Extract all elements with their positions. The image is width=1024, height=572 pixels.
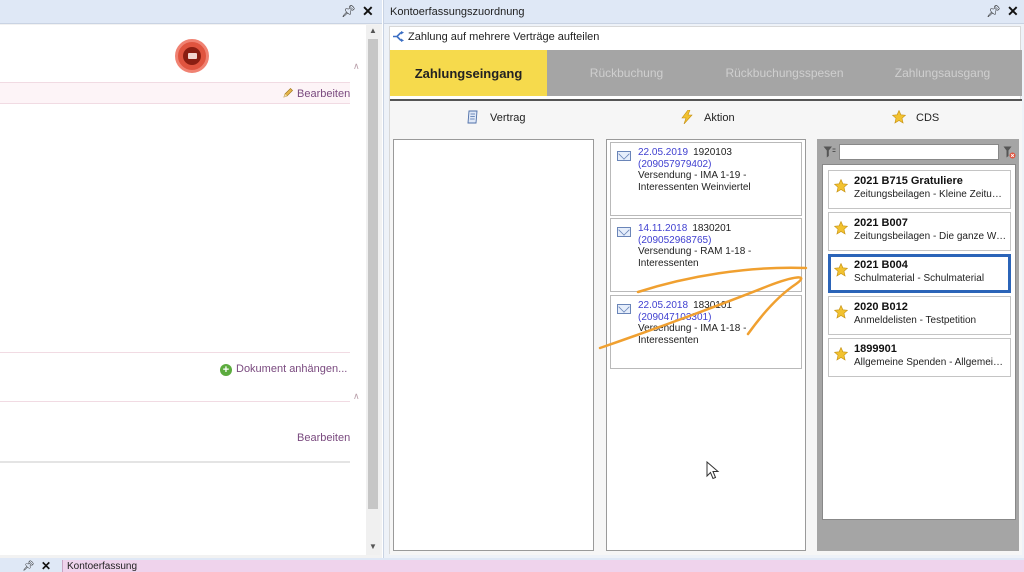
column-header-cds: CDS bbox=[891, 109, 939, 124]
split-arrows-icon bbox=[393, 31, 404, 42]
star-icon bbox=[834, 263, 848, 277]
star-icon bbox=[834, 179, 848, 193]
cds-item-subtitle: Anmeldelisten - Testpetition bbox=[854, 315, 977, 326]
scroll-up-icon[interactable]: ▲ bbox=[366, 26, 380, 35]
cds-item-subtitle: Zeitungsbeilagen - Die ganze Woche ... bbox=[854, 231, 1007, 242]
aktion-ref[interactable]: (209057979402) bbox=[638, 159, 711, 170]
panel-title: Kontoerfassungszuordnung bbox=[390, 6, 525, 18]
columns-area: Vertrag Aktion CDS 22.05.20191920103 (2 bbox=[390, 99, 1022, 555]
aktion-date[interactable]: 22.05.2018 bbox=[638, 300, 688, 311]
cds-item-subtitle: Zeitungsbeilagen - Kleine Zeitung 28.0..… bbox=[854, 189, 1007, 200]
pin-icon[interactable]: 📌︎ bbox=[22, 559, 35, 572]
cds-panel: 2021 B715 Gratuliere Zeitungsbeilagen - … bbox=[817, 139, 1019, 551]
cds-item-subtitle: Schulmaterial - Schulmaterial bbox=[854, 273, 985, 284]
divider bbox=[0, 461, 350, 463]
collapse-caret[interactable]: ∧ bbox=[353, 61, 360, 72]
cds-item[interactable]: 2020 B012 Anmeldelisten - Testpetition bbox=[828, 296, 1011, 335]
aktion-date[interactable]: 22.05.2019 bbox=[638, 147, 688, 158]
left-titlebar: 📌︎ ✕ bbox=[0, 0, 382, 24]
aktion-list[interactable]: 22.05.2019 1920103 (209057979402) Versend… bbox=[606, 139, 806, 551]
screen-record-icon[interactable] bbox=[175, 39, 209, 73]
close-icon[interactable]: ✕ bbox=[1007, 3, 1019, 19]
right-titlebar: Kontoerfassungszuordnung 📌︎ ✕ bbox=[384, 0, 1024, 24]
star-icon bbox=[834, 347, 848, 361]
aktion-item[interactable]: 14.11.2018 1830201 (209052968765) Versend… bbox=[610, 218, 802, 292]
aktion-item[interactable]: 22.05.2019 1920103 (209057979402) Versend… bbox=[610, 142, 802, 216]
aktion-ref[interactable]: (209047103301) bbox=[638, 312, 711, 323]
tab-zahlungseingang[interactable]: Zahlungseingang bbox=[390, 50, 547, 96]
envelope-icon bbox=[617, 151, 631, 161]
right-panel: Kontoerfassungszuordnung 📌︎ ✕ Zahlung au… bbox=[383, 0, 1024, 558]
aktion-item[interactable]: 22.05.2018 1830101 (209047103301) Versend… bbox=[610, 295, 802, 369]
left-scrollbar[interactable]: ▲ ▼ bbox=[366, 25, 380, 555]
left-panel: 📌︎ ✕ Bearbeiten ∧ + Dokument anhängen... … bbox=[0, 0, 382, 572]
cds-item[interactable]: 2021 B715 Gratuliere Zeitungsbeilagen - … bbox=[828, 170, 1011, 209]
filter-icon[interactable] bbox=[823, 146, 836, 158]
edit-band: Bearbeiten bbox=[0, 82, 350, 104]
star-icon bbox=[834, 221, 848, 235]
cds-filter-input[interactable] bbox=[839, 144, 999, 160]
document-icon bbox=[467, 110, 478, 124]
divider bbox=[0, 401, 350, 402]
star-icon bbox=[834, 305, 848, 319]
cds-item-selected[interactable]: 2021 B004 Schulmaterial - Schulmaterial bbox=[828, 254, 1011, 293]
close-icon[interactable]: ✕ bbox=[41, 558, 51, 572]
left-content: Bearbeiten ∧ + Dokument anhängen... ∧ Bea… bbox=[0, 25, 366, 555]
mouse-cursor-icon bbox=[706, 461, 720, 480]
tab-rueckbuchungsspesen[interactable]: Rückbuchungsspesen bbox=[706, 50, 863, 96]
cds-filter-bar bbox=[822, 143, 1016, 161]
cds-item-title: 2021 B004 bbox=[854, 259, 908, 271]
cds-item-title: 2021 B715 Gratuliere bbox=[854, 175, 963, 187]
aktion-desc: Versendung - IMA 1-18 - Interessenten bbox=[638, 323, 747, 346]
envelope-icon bbox=[617, 304, 631, 314]
edit-link-bottom[interactable]: Bearbeiten bbox=[297, 432, 350, 444]
close-icon[interactable]: ✕ bbox=[362, 3, 374, 19]
collapse-caret[interactable]: ∧ bbox=[353, 391, 360, 402]
aktion-desc: Versendung - IMA 1-19 - Interessenten We… bbox=[638, 170, 751, 193]
aktion-desc: Versendung - RAM 1-18 - Interessenten bbox=[638, 246, 752, 269]
pin-icon[interactable]: 📌︎ bbox=[341, 3, 356, 19]
pencil-icon bbox=[283, 88, 293, 98]
cds-item-title: 1899901 bbox=[854, 343, 897, 355]
divider bbox=[0, 352, 350, 353]
tab-rueckbuchung[interactable]: Rückbuchung bbox=[548, 50, 705, 96]
envelope-icon bbox=[617, 227, 631, 237]
cds-item-subtitle: Allgemeine Spenden - Allgemeine Spe... bbox=[854, 357, 1007, 368]
split-payment-link[interactable]: Zahlung auf mehrere Verträge aufteilen bbox=[392, 31, 599, 43]
bottom-panel: 📌︎ ✕ Kontoerfassung bbox=[0, 558, 1024, 572]
scroll-thumb[interactable] bbox=[368, 39, 378, 509]
cds-item-title: 2020 B012 bbox=[854, 301, 908, 313]
lightning-icon bbox=[681, 109, 693, 125]
aktion-date[interactable]: 14.11.2018 bbox=[638, 223, 687, 234]
bottom-tab-kontoerfassung[interactable]: Kontoerfassung bbox=[62, 560, 1024, 572]
cds-list[interactable]: 2021 B715 Gratuliere Zeitungsbeilagen - … bbox=[822, 164, 1016, 520]
cds-item-title: 2021 B007 bbox=[854, 217, 908, 229]
cds-item[interactable]: 2021 B007 Zeitungsbeilagen - Die ganze W… bbox=[828, 212, 1011, 251]
aktion-ref[interactable]: (209052968765) bbox=[638, 235, 711, 246]
column-header-vertrag: Vertrag bbox=[466, 110, 525, 124]
aktion-number: 1830201 bbox=[692, 223, 732, 234]
edit-link-top[interactable]: Bearbeiten bbox=[282, 87, 350, 100]
vertrag-list[interactable] bbox=[393, 139, 594, 551]
aktion-number: 1920103 bbox=[693, 147, 732, 158]
plus-circle-icon: + bbox=[220, 364, 232, 376]
clear-filter-icon[interactable] bbox=[1003, 146, 1016, 159]
pin-icon[interactable]: 📌︎ bbox=[986, 3, 1001, 19]
column-header-aktion: Aktion bbox=[680, 109, 735, 125]
tab-zahlungsausgang[interactable]: Zahlungsausgang bbox=[864, 50, 1021, 96]
attach-document-link[interactable]: + Dokument anhängen... bbox=[220, 363, 347, 376]
cds-item[interactable]: 1899901 Allgemeine Spenden - Allgemeine … bbox=[828, 338, 1011, 377]
assignment-body: Zahlung auf mehrere Verträge aufteilen Z… bbox=[389, 26, 1022, 555]
tab-bar: Zahlungseingang Rückbuchung Rückbuchungs… bbox=[390, 50, 1022, 96]
star-icon bbox=[891, 109, 907, 124]
scroll-down-icon[interactable]: ▼ bbox=[366, 542, 380, 551]
aktion-number: 1830101 bbox=[693, 300, 732, 311]
